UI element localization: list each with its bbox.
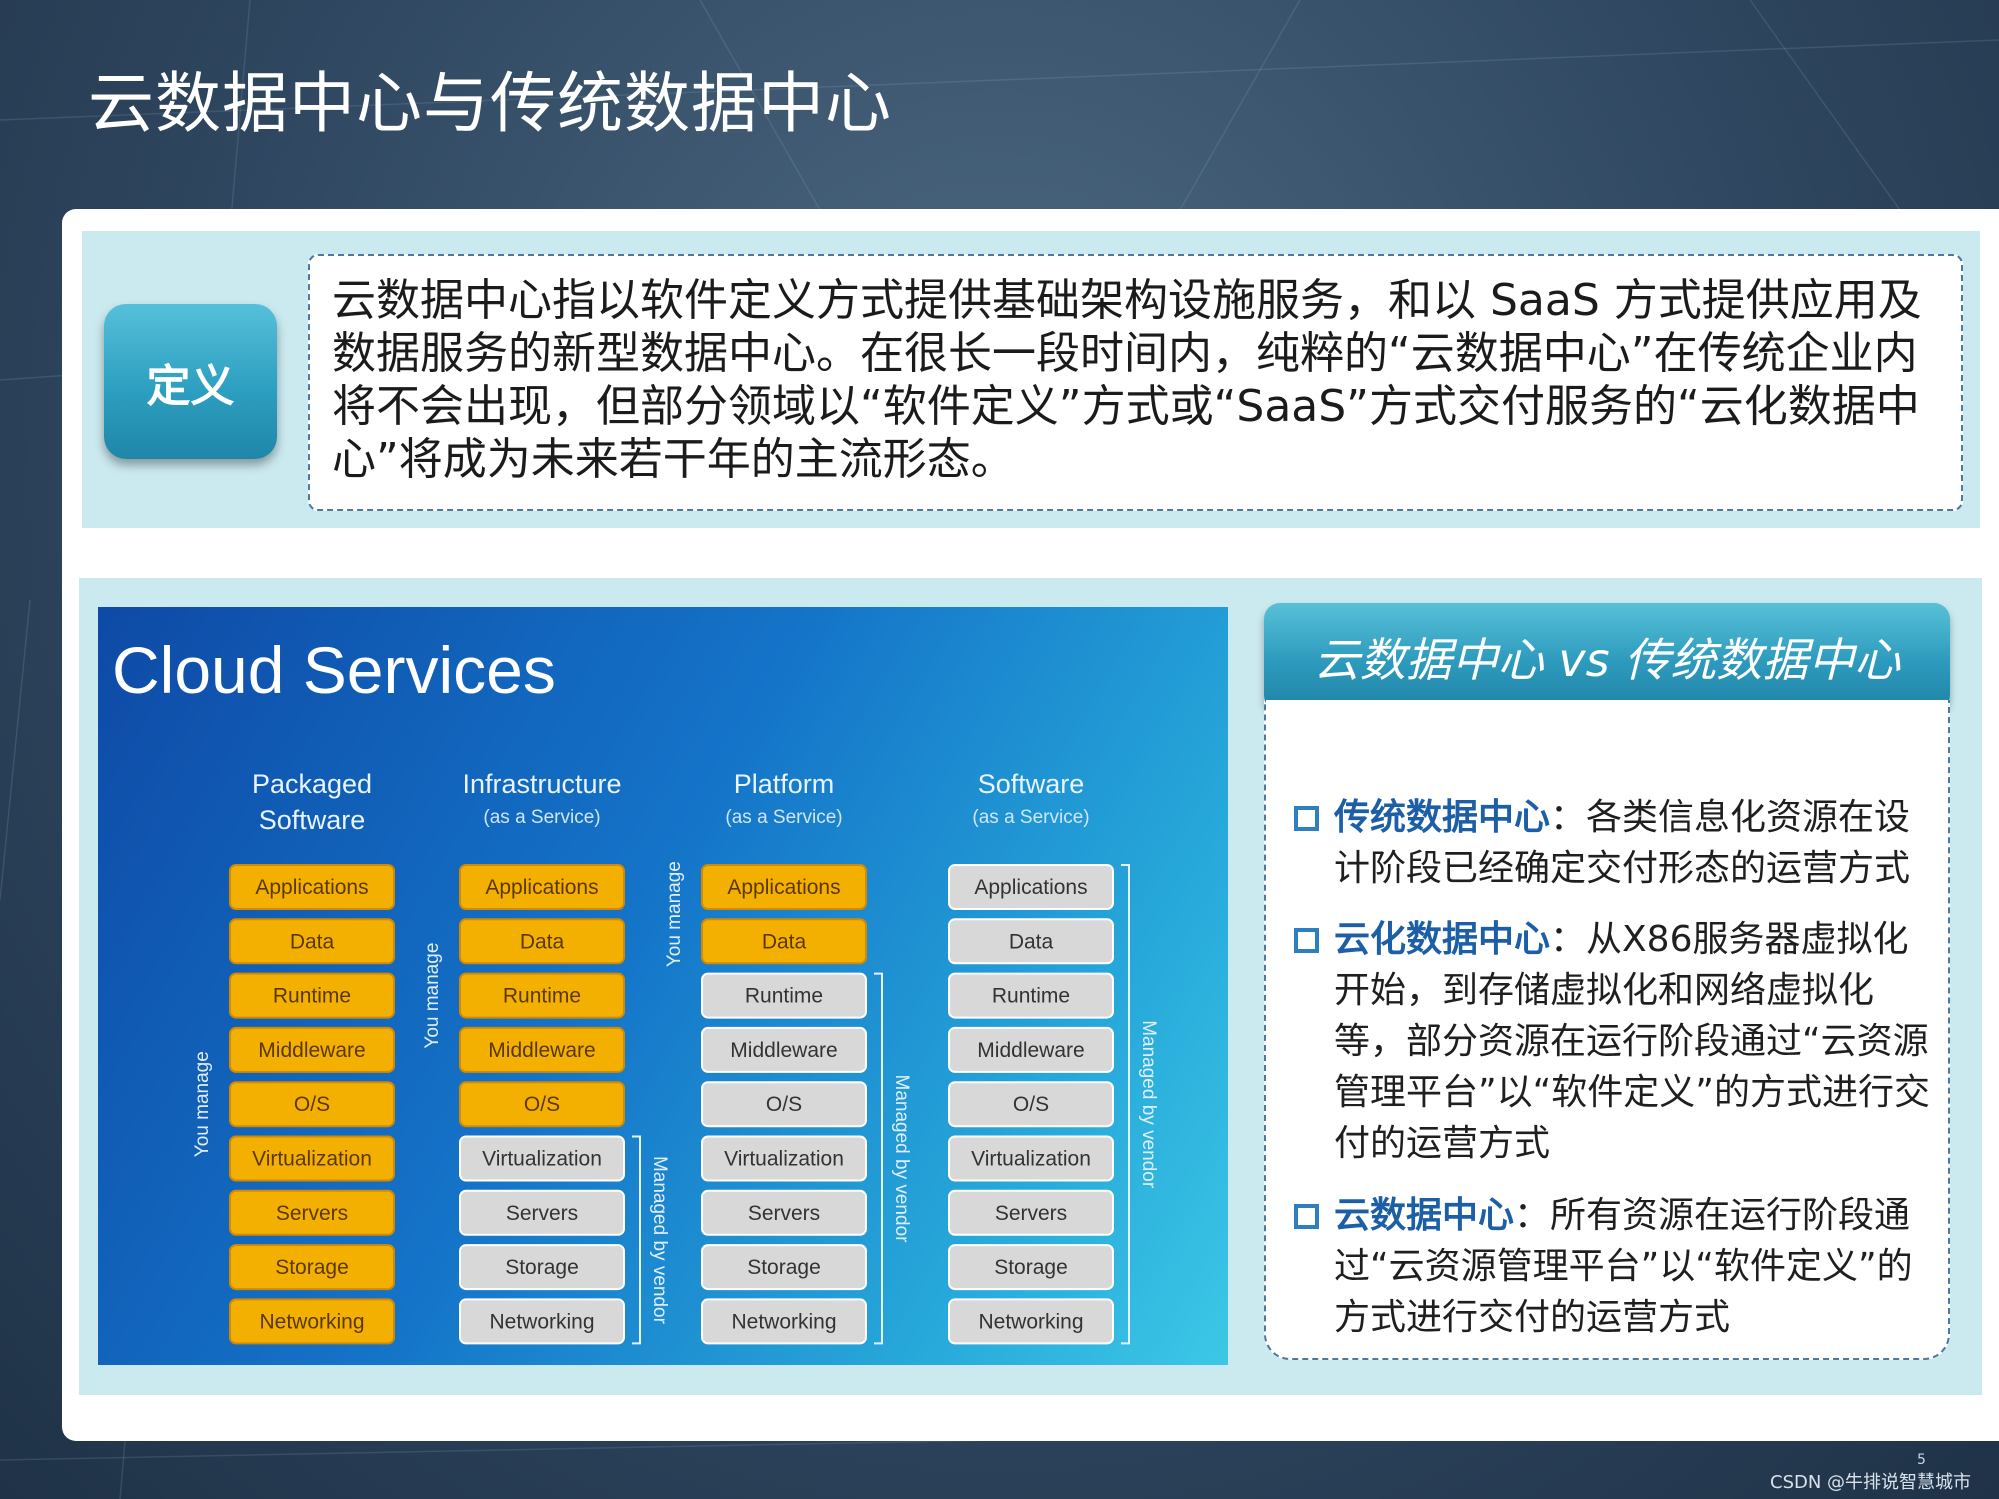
- layer-label: Runtime: [503, 985, 581, 1008]
- comparison-header: 云数据中心 vs 传统数据中心: [1264, 603, 1950, 711]
- cloud-services-diagram: Cloud Services Packaged Software Applicatio…: [112, 633, 1159, 1345]
- layer-label: Networking: [489, 1310, 594, 1333]
- layer-label: O/S: [524, 1093, 560, 1116]
- layer-label: Data: [1009, 930, 1054, 953]
- watermark-credit: CSDN @牛排说智慧城市: [1770, 1472, 1972, 1493]
- list-item: 传统数据中心：各类信息化资源在设计阶段已经确定交付形态的运营方式: [1294, 792, 1934, 894]
- definition-text: 云数据中心指以软件定义方式提供基础架构设施服务，和以 SaaS 方式提供应用及数…: [308, 254, 1963, 511]
- layer-label: Virtualization: [252, 1148, 372, 1171]
- item-term: 云化数据中心: [1334, 919, 1551, 960]
- layer-label: Middleware: [258, 1039, 365, 1062]
- layer-label: Applications: [974, 876, 1087, 899]
- column-title: Infrastructure: [462, 769, 621, 799]
- cloud-services-image: Cloud Services Packaged Software Applicatio…: [98, 607, 1228, 1365]
- you-manage-label: You manage: [664, 861, 685, 967]
- column-title: Packaged: [252, 769, 372, 799]
- layer-label: Middleware: [488, 1039, 595, 1062]
- column-title: Software: [259, 805, 366, 835]
- managed-by-vendor-label: Managed by vendor: [649, 1156, 670, 1325]
- list-item: 云数据中心：所有资源在运行阶段通过“云资源管理平台”以“软件定义”的方式进行交付…: [1294, 1190, 1934, 1343]
- list-item: 云化数据中心：从X86服务器虚拟化开始，到存储虚拟化和网络虚拟化等，部分资源在运…: [1294, 914, 1934, 1169]
- layer-label: O/S: [766, 1093, 802, 1116]
- square-bullet-icon: [1294, 928, 1319, 953]
- you-manage-label: You manage: [192, 1051, 213, 1157]
- layer-label: Runtime: [273, 985, 351, 1008]
- vendor-bracket: [632, 1135, 641, 1345]
- square-bullet-icon: [1294, 1204, 1319, 1229]
- layer-label: Data: [762, 930, 807, 953]
- layer-label: Servers: [506, 1202, 578, 1225]
- square-bullet-icon: [1294, 806, 1319, 831]
- you-manage-label: You manage: [422, 943, 443, 1049]
- vendor-bracket: [874, 972, 883, 1345]
- layer-label: Virtualization: [724, 1148, 844, 1171]
- layer-label: Storage: [275, 1256, 349, 1279]
- column-subtitle: (as a Service): [725, 807, 842, 828]
- layer-label: Networking: [731, 1310, 836, 1333]
- layer-label: O/S: [1013, 1093, 1049, 1116]
- column-subtitle: (as a Service): [972, 807, 1089, 828]
- column-title: Software: [978, 769, 1085, 799]
- layer-label: Applications: [485, 876, 598, 899]
- layer-label: Middleware: [730, 1039, 837, 1062]
- layer-label: Servers: [276, 1202, 348, 1225]
- layer-label: Servers: [748, 1202, 820, 1225]
- definition-label: 定义: [104, 304, 277, 459]
- managed-by-vendor-label: Managed by vendor: [891, 1075, 912, 1244]
- image-heading: Cloud Services: [112, 633, 556, 707]
- vendor-bracket: [1121, 864, 1130, 1345]
- page-number: 5: [1917, 1452, 1926, 1468]
- column-title: Platform: [734, 769, 835, 799]
- layer-label: Storage: [505, 1256, 579, 1279]
- layer-label: Data: [290, 930, 335, 953]
- layer-label: Networking: [259, 1310, 364, 1333]
- column-subtitle: (as a Service): [483, 807, 600, 828]
- item-term: 云数据中心: [1334, 1195, 1515, 1236]
- layer-label: Runtime: [745, 985, 823, 1008]
- layer-label: Networking: [978, 1310, 1083, 1333]
- managed-by-vendor-label: Managed by vendor: [1138, 1020, 1159, 1189]
- layer-label: O/S: [294, 1093, 330, 1116]
- item-term: 传统数据中心: [1334, 797, 1551, 838]
- layer-label: Storage: [747, 1256, 821, 1279]
- layer-label: Applications: [727, 876, 840, 899]
- comparison-list: 传统数据中心：各类信息化资源在设计阶段已经确定交付形态的运营方式 云化数据中心：…: [1264, 700, 1950, 1360]
- layer-label: Data: [520, 930, 565, 953]
- layer-label: Virtualization: [971, 1148, 1091, 1171]
- slide: 云数据中心与传统数据中心 定义 云数据中心指以软件定义方式提供基础架构设施服务，…: [0, 0, 1999, 1499]
- layer-label: Virtualization: [482, 1148, 602, 1171]
- layer-label: Servers: [995, 1202, 1067, 1225]
- page-title: 云数据中心与传统数据中心: [88, 65, 892, 142]
- layer-label: Runtime: [992, 985, 1070, 1008]
- layer-label: Storage: [994, 1256, 1068, 1279]
- layer-label: Applications: [255, 876, 368, 899]
- layer-label: Middleware: [977, 1039, 1084, 1062]
